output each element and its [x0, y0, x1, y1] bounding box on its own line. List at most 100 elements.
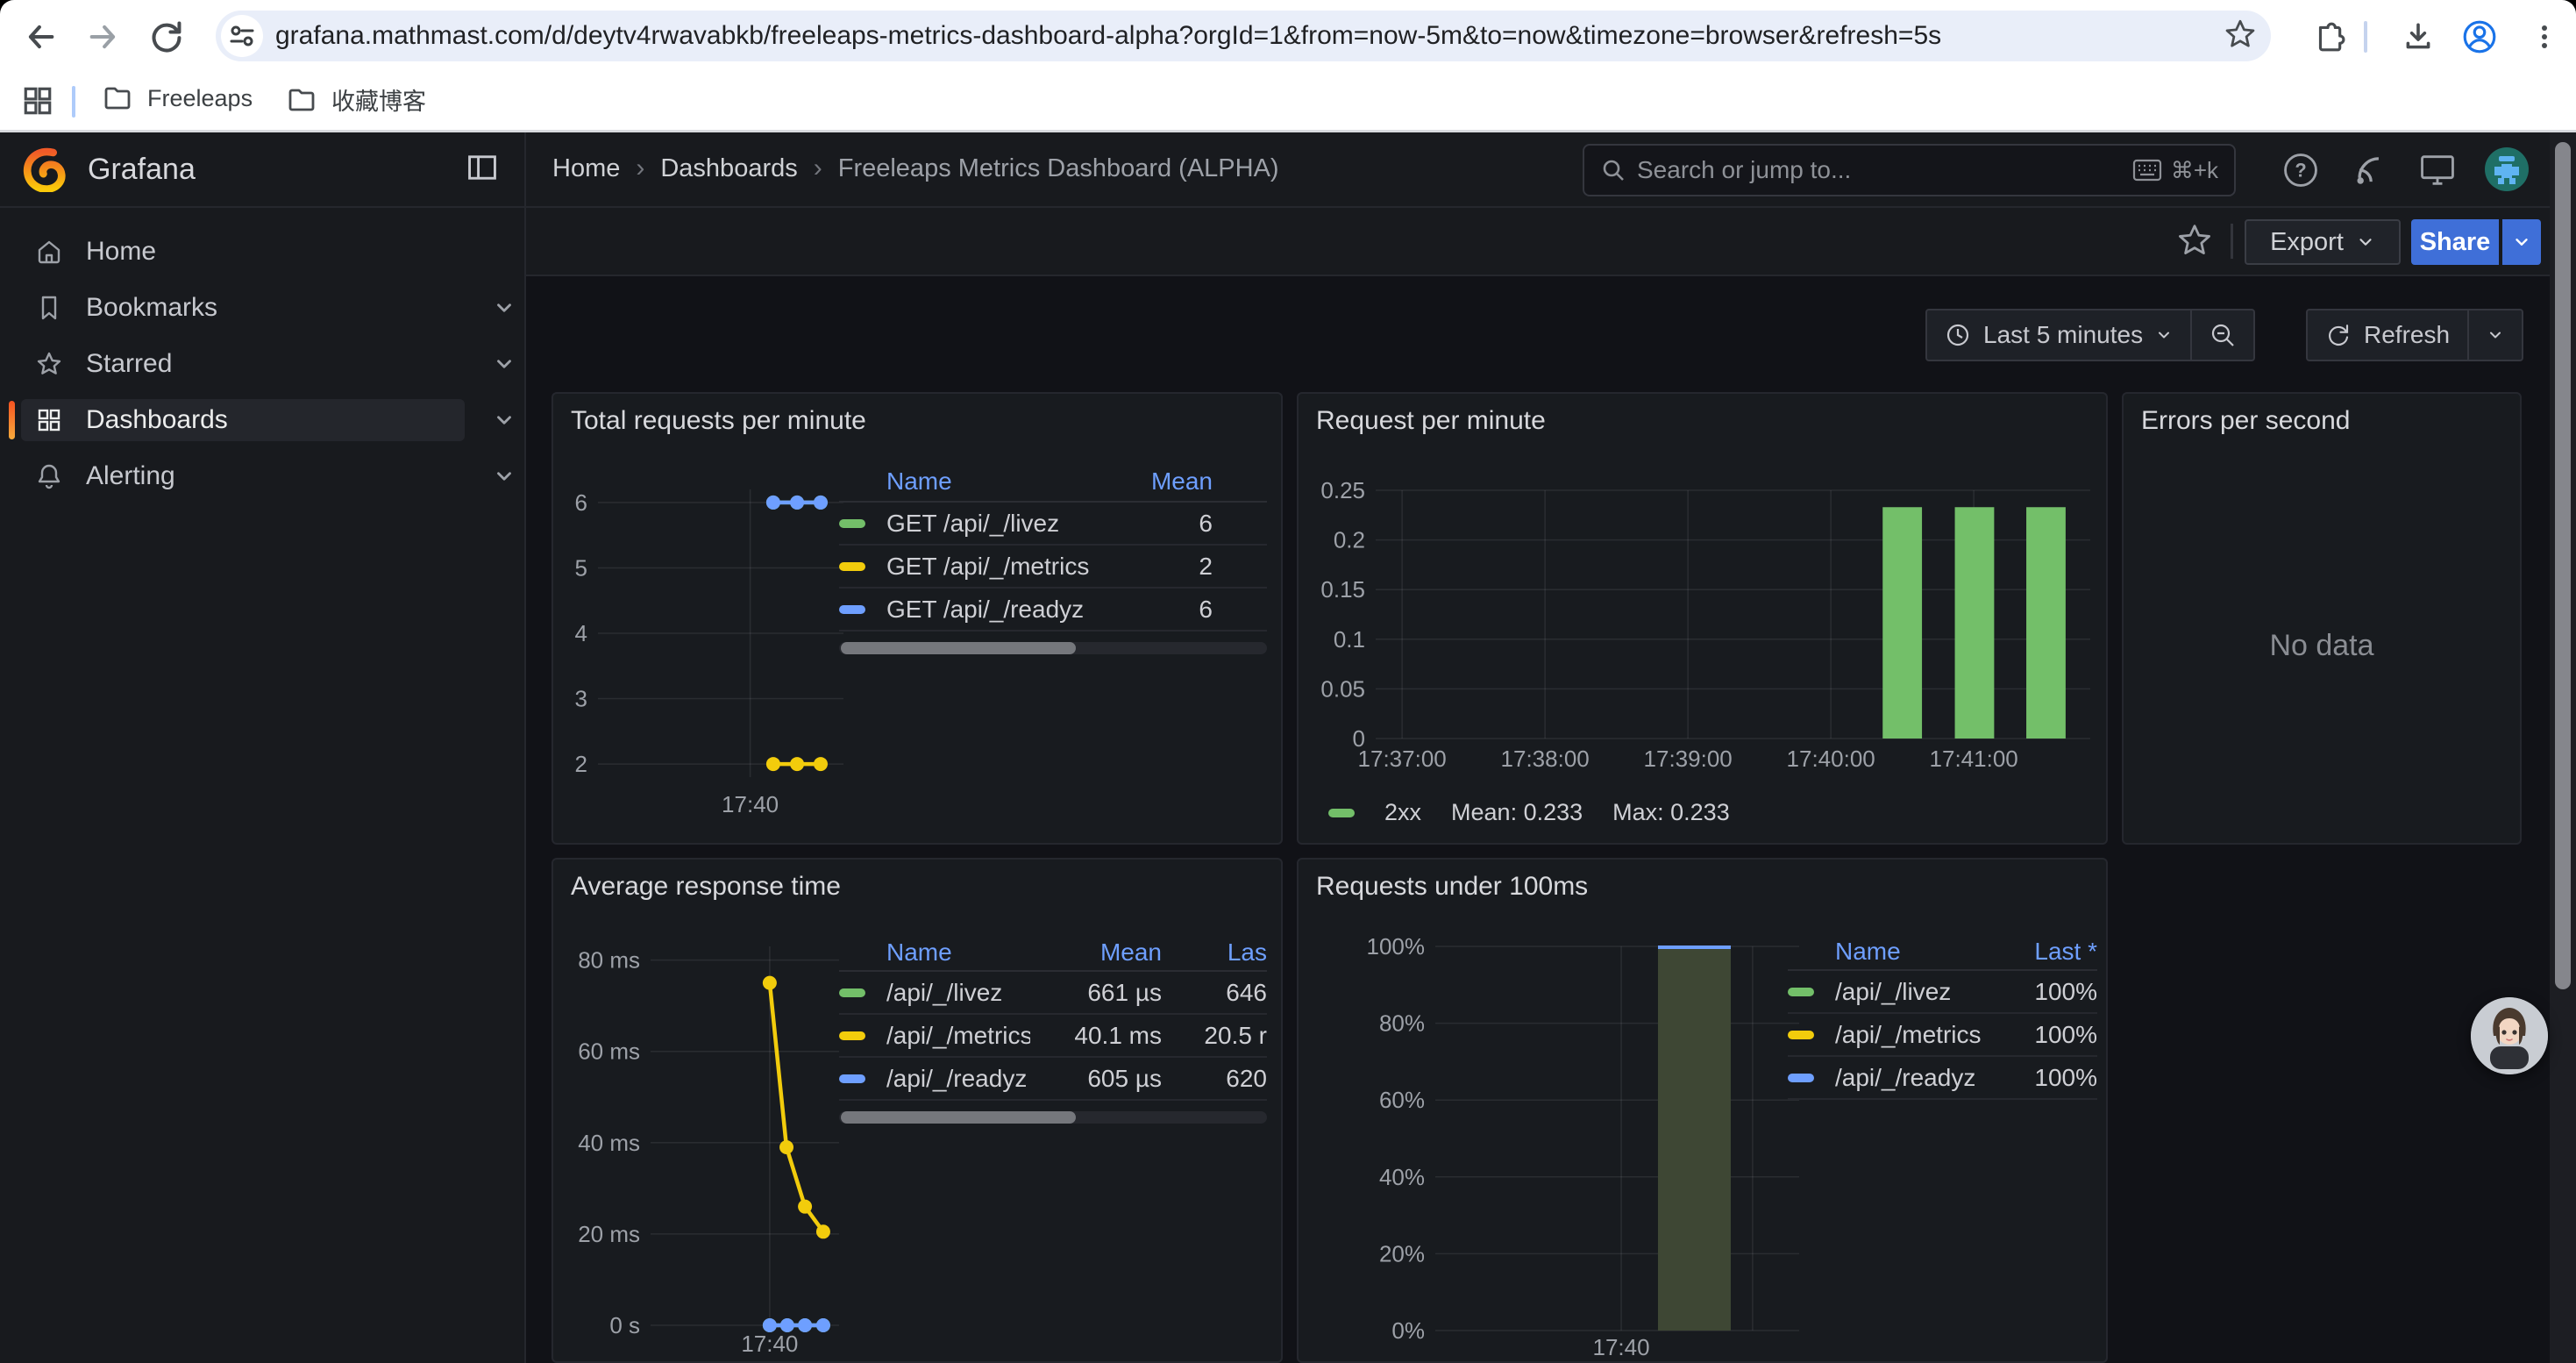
- active-indicator: [9, 401, 15, 439]
- chevron-down-icon[interactable]: [493, 296, 516, 319]
- series-color-pill: [839, 562, 865, 571]
- time-range-picker[interactable]: Last 5 minutes: [1927, 310, 2190, 360]
- chevron-down-icon[interactable]: [493, 465, 516, 488]
- bookmark-folder-blogs[interactable]: 收藏博客: [286, 82, 426, 117]
- panel-avg-response-time: Average response time 80 ms60 ms40 ms20 …: [551, 858, 1283, 1363]
- search-input[interactable]: Search or jump to... ⌘+k: [1583, 144, 2236, 196]
- display-button[interactable]: [2416, 149, 2459, 196]
- svg-text:17:40: 17:40: [722, 791, 779, 817]
- svg-text:0 s: 0 s: [609, 1312, 640, 1338]
- grafana-topbar: Home › Dashboards › Freeleaps Metrics Da…: [526, 132, 2550, 208]
- col-header-name[interactable]: Name: [1835, 938, 2001, 966]
- reload-button[interactable]: [142, 12, 191, 61]
- extensions-button[interactable]: [2304, 12, 2353, 61]
- profile-button[interactable]: [2455, 12, 2504, 61]
- sidebar-item-home[interactable]: Home: [21, 231, 489, 273]
- series-name[interactable]: GET /api/_/livez: [886, 510, 1107, 538]
- browser-menu-button[interactable]: [2520, 12, 2569, 61]
- news-button[interactable]: [2348, 149, 2390, 196]
- time-zoom-out-button[interactable]: [2190, 310, 2253, 360]
- series-name[interactable]: GET /api/_/metrics: [886, 553, 1107, 581]
- legend-row[interactable]: GET /api/_/metrics 2: [839, 546, 1267, 589]
- bookmark-star-button[interactable]: [2224, 18, 2257, 55]
- url-text[interactable]: grafana.mathmast.com/d/deytv4rwavabkb/fr…: [275, 21, 2215, 51]
- col-header-mean[interactable]: Mean: [1107, 467, 1267, 496]
- chevron-down-icon[interactable]: [493, 409, 516, 432]
- col-header-name[interactable]: Name: [886, 938, 1030, 967]
- series-name[interactable]: /api/_/metrics: [1835, 1021, 2001, 1049]
- sidebar-item-starred[interactable]: Starred: [21, 343, 489, 385]
- sidebar-logo-row: Grafana: [0, 132, 524, 208]
- col-header-last[interactable]: Las: [1162, 938, 1267, 967]
- panel-errors-per-second: Errors per second No data: [2122, 392, 2522, 845]
- svg-text:80%: 80%: [1379, 1010, 1425, 1037]
- legend-row[interactable]: /api/_/livez 661 µs 646: [839, 972, 1267, 1015]
- chart-legend[interactable]: 2xx Mean: 0.233 Max: 0.233: [1328, 799, 1730, 826]
- legend-row[interactable]: /api/_/readyz 100%: [1788, 1057, 2097, 1100]
- requests-under-100ms-chart[interactable]: 100%80%60%40%20%0%17:40: [1313, 914, 1804, 1363]
- legend-hscrollbar[interactable]: [839, 1111, 1267, 1124]
- panel-toggle-icon: [465, 150, 500, 185]
- sidebar-item-bookmarks[interactable]: Bookmarks: [21, 287, 489, 329]
- back-button[interactable]: [16, 12, 65, 61]
- apps-grid-button[interactable]: [21, 84, 54, 122]
- breadcrumb-home[interactable]: Home: [552, 154, 620, 183]
- dock-sidebar-button[interactable]: [465, 150, 500, 189]
- refresh-interval-button[interactable]: [2467, 310, 2522, 360]
- breadcrumb-current: Freeleaps Metrics Dashboard (ALPHA): [838, 154, 1279, 183]
- breadcrumb-dashboards[interactable]: Dashboards: [660, 154, 797, 183]
- clock-icon: [1945, 322, 1971, 348]
- grafana-logo[interactable]: [23, 146, 68, 192]
- bookmark-label: Freeleaps: [147, 85, 253, 112]
- chevron-down-icon[interactable]: [493, 353, 516, 375]
- total-requests-chart[interactable]: 6543217:40: [567, 464, 857, 837]
- legend-row[interactable]: /api/_/livez 100%: [1788, 971, 2097, 1014]
- legend-row[interactable]: GET /api/_/readyz 6: [839, 589, 1267, 632]
- series-color-pill: [839, 1031, 865, 1040]
- sidebar-item-alerting[interactable]: Alerting: [21, 455, 489, 497]
- sidebar-item-dashboards[interactable]: Dashboards: [21, 399, 465, 441]
- bookmark-folder-freeleaps[interactable]: Freeleaps: [102, 82, 253, 114]
- series-color-pill: [839, 988, 865, 997]
- svg-text:0.2: 0.2: [1334, 527, 1365, 553]
- series-color-pill: [1788, 1074, 1814, 1082]
- breadcrumb-separator: ›: [636, 153, 644, 183]
- forward-button[interactable]: [79, 12, 128, 61]
- legend-row[interactable]: /api/_/metrics 100%: [1788, 1014, 2097, 1057]
- avg-response-time-chart[interactable]: 80 ms60 ms40 ms20 ms0 s17:40: [567, 928, 848, 1363]
- legend-row[interactable]: GET /api/_/livez 6: [839, 503, 1267, 546]
- series-name[interactable]: /api/_/livez: [1835, 978, 2001, 1006]
- series-name[interactable]: /api/_/metrics: [886, 1022, 1030, 1050]
- svg-text:0%: 0%: [1391, 1317, 1425, 1344]
- dashboards-grid-icon: [35, 406, 63, 434]
- floating-assistant-avatar[interactable]: [2471, 997, 2548, 1074]
- help-button[interactable]: ?: [2280, 149, 2322, 196]
- series-mean: 6: [1107, 510, 1267, 538]
- series-name[interactable]: GET /api/_/readyz: [886, 596, 1107, 624]
- request-per-minute-chart[interactable]: 0.250.20.150.10.05017:37:0017:38:0017:39…: [1306, 464, 2099, 832]
- share-menu-button[interactable]: [2502, 219, 2541, 265]
- svg-text:17:40: 17:40: [1593, 1334, 1650, 1360]
- downloads-button[interactable]: [2394, 12, 2443, 61]
- profile-icon: [2461, 18, 2498, 55]
- favorite-dashboard-button[interactable]: [2176, 222, 2213, 263]
- download-icon: [2402, 20, 2435, 54]
- series-name[interactable]: /api/_/readyz: [886, 1065, 1030, 1093]
- legend-row[interactable]: /api/_/readyz 605 µs 620: [839, 1058, 1267, 1101]
- page-scrollbar-thumb[interactable]: [2555, 142, 2571, 989]
- panel-title: Average response time: [571, 872, 841, 902]
- legend-hscrollbar[interactable]: [839, 642, 1267, 654]
- col-header-name[interactable]: Name: [886, 467, 1107, 496]
- site-info-button[interactable]: [221, 15, 263, 57]
- refresh-button[interactable]: Refresh: [2308, 310, 2467, 360]
- col-header-last[interactable]: Last *: [2001, 938, 2097, 966]
- series-name[interactable]: 2xx: [1384, 799, 1421, 826]
- col-header-mean[interactable]: Mean: [1030, 938, 1162, 967]
- series-name[interactable]: /api/_/readyz: [1835, 1064, 2001, 1092]
- share-button[interactable]: Share: [2411, 219, 2499, 265]
- address-bar[interactable]: grafana.mathmast.com/d/deytv4rwavabkb/fr…: [216, 11, 2271, 61]
- export-button[interactable]: Export: [2245, 219, 2401, 265]
- legend-row[interactable]: /api/_/metrics 40.1 ms 20.5 r: [839, 1015, 1267, 1058]
- user-avatar-button[interactable]: [2483, 146, 2530, 197]
- series-name[interactable]: /api/_/livez: [886, 979, 1030, 1007]
